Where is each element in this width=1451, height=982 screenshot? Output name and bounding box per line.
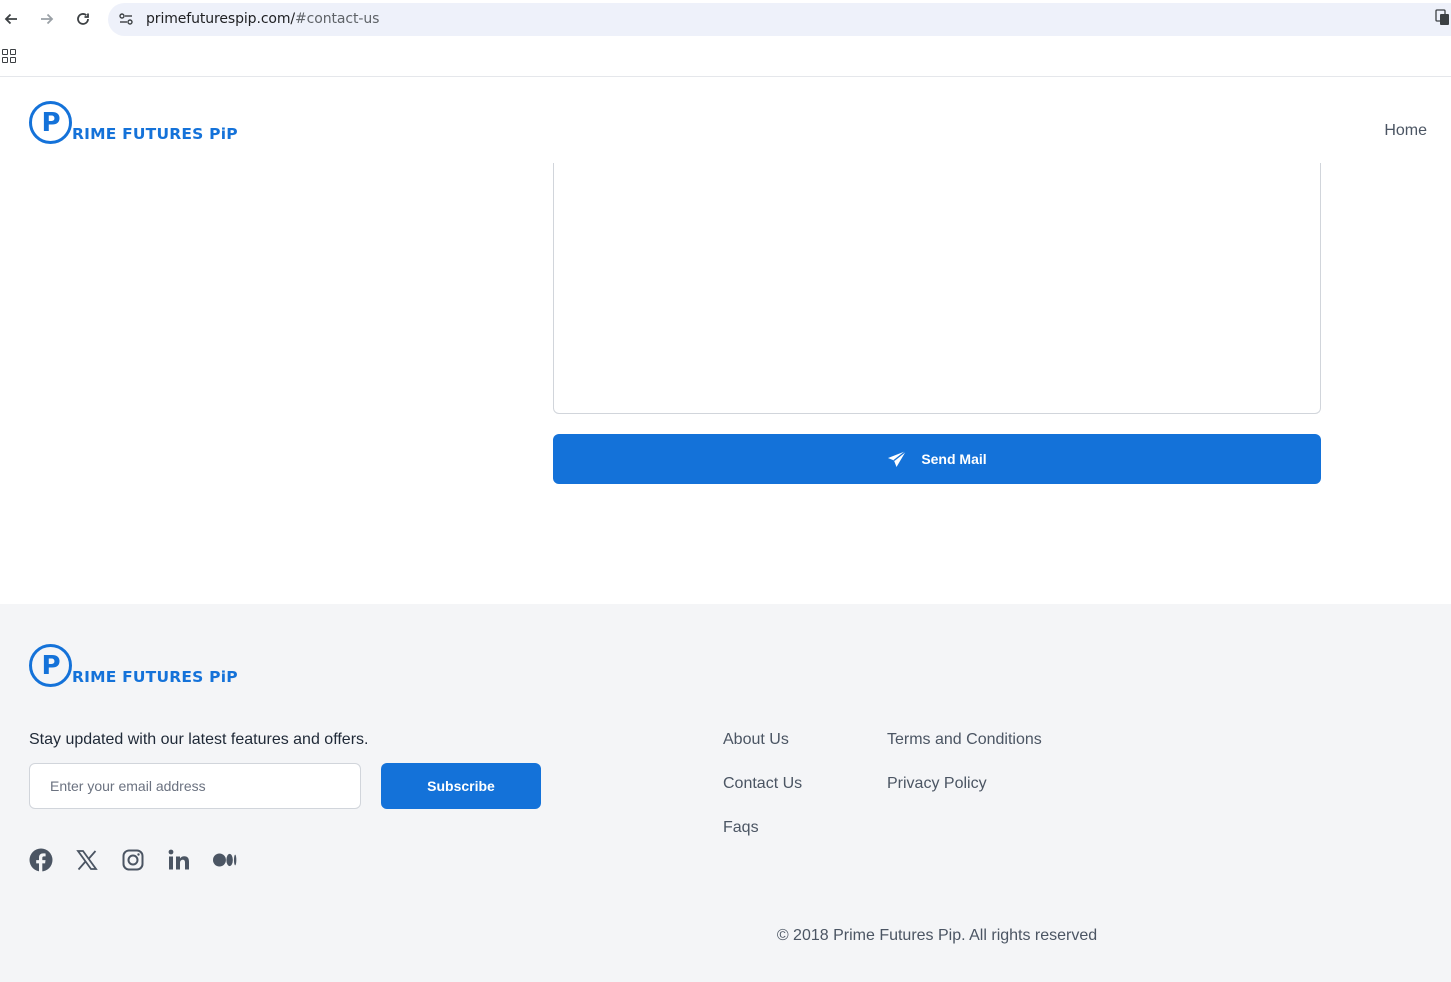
social-links xyxy=(29,848,237,872)
footer-link-contact-us[interactable]: Contact Us xyxy=(723,775,802,793)
instagram-icon[interactable] xyxy=(121,848,145,872)
paper-plane-icon xyxy=(888,450,907,467)
url-text: primefuturespip.com/#contact-us xyxy=(146,11,380,27)
logo-text: RIME FUTURES PiP xyxy=(72,668,238,686)
site-footer: P RIME FUTURES PiP Stay updated with our… xyxy=(0,604,1451,982)
address-bar[interactable]: primefuturespip.com/#contact-us xyxy=(108,3,1451,36)
medium-icon[interactable] xyxy=(213,848,237,872)
logo-mark-icon: P xyxy=(29,644,72,687)
newsletter-email-input[interactable] xyxy=(29,763,361,809)
footer-link-faqs[interactable]: Faqs xyxy=(723,819,759,837)
reload-icon[interactable] xyxy=(72,8,94,30)
footer-link-about-us[interactable]: About Us xyxy=(723,731,789,749)
linkedin-icon[interactable] xyxy=(167,848,191,872)
x-icon[interactable] xyxy=(75,848,99,872)
subscribe-button[interactable]: Subscribe xyxy=(381,763,541,809)
copyright-text: © 2018 Prime Futures Pip. All rights res… xyxy=(776,927,1098,944)
header-logo[interactable]: P RIME FUTURES PiP xyxy=(29,101,238,144)
footer-link-privacy-policy[interactable]: Privacy Policy xyxy=(887,775,987,793)
newsletter-tagline: Stay updated with our latest features an… xyxy=(29,731,369,748)
site-settings-icon[interactable] xyxy=(118,11,134,27)
browser-chrome: primefuturespip.com/#contact-us xyxy=(0,0,1451,77)
send-mail-button[interactable]: Send Mail xyxy=(553,434,1321,484)
forward-icon[interactable] xyxy=(36,8,58,30)
site-header: P RIME FUTURES PiP Home xyxy=(0,77,1451,163)
send-mail-label: Send Mail xyxy=(921,451,987,467)
footer-logo[interactable]: P RIME FUTURES PiP xyxy=(29,644,238,687)
apps-icon[interactable] xyxy=(2,49,16,63)
nav-home-link[interactable]: Home xyxy=(1384,122,1427,140)
facebook-icon[interactable] xyxy=(29,848,53,872)
logo-mark-icon: P xyxy=(29,101,72,144)
footer-link-terms[interactable]: Terms and Conditions xyxy=(887,731,1042,749)
back-icon[interactable] xyxy=(0,8,22,30)
translate-icon[interactable] xyxy=(1435,9,1449,25)
logo-text: RIME FUTURES PiP xyxy=(72,125,238,143)
message-textarea[interactable] xyxy=(553,163,1321,414)
